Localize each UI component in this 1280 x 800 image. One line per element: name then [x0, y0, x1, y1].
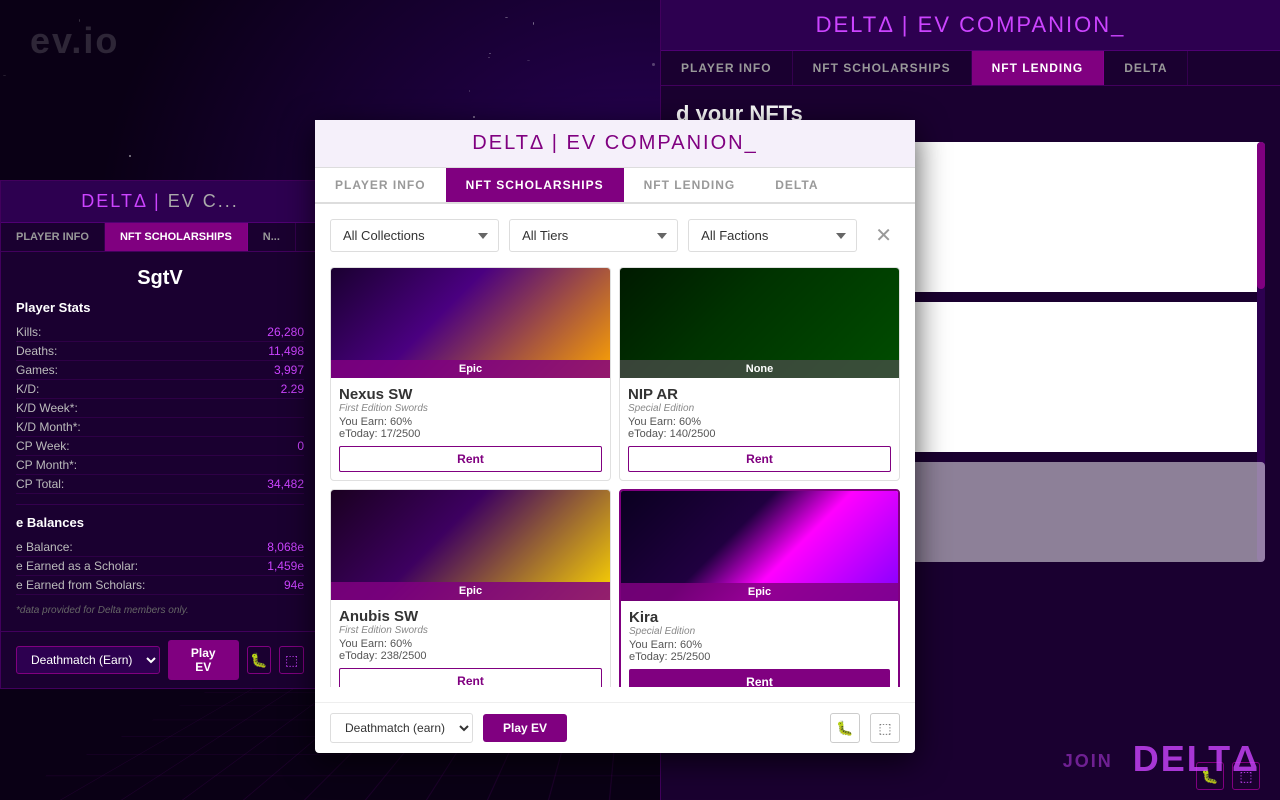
left-player-panel: DELTΔ | EV C... PLAYER INFO NFT SCHOLARS… [0, 180, 320, 689]
nft-grid: Epic Nexus SW First Edition Swords You E… [330, 267, 900, 687]
dialog-filters: All Collections First Edition Swords Fir… [330, 219, 900, 252]
stat-kd-month: K/D Month*: [16, 418, 304, 437]
nft-item-anubis: Epic Anubis SW First Edition Swords You … [330, 489, 611, 687]
nexus-rent-btn[interactable]: Rent [339, 446, 602, 472]
dialog-bug-icon-btn[interactable]: 🐛 [830, 713, 860, 743]
left-play-btn[interactable]: Play EV [168, 640, 239, 680]
bg-window-nav: PLAYER INFO NFT SCHOLARSHIPS NFT LENDING… [661, 51, 1280, 86]
nip-today: eToday: 140/2500 [628, 428, 891, 440]
nip-collection: Special Edition [628, 403, 891, 414]
dialog-nav-player-info[interactable]: PLAYER INFO [315, 168, 446, 202]
dialog-play-btn[interactable]: Play EV [483, 714, 567, 742]
dialog-title: DELTΔ | EV COMPANION_ [335, 132, 895, 155]
left-nav-more[interactable]: N... [248, 223, 296, 251]
tiers-filter[interactable]: All Tiers Epic Legendary Rare Common [509, 219, 678, 252]
stats-heading: Player Stats [16, 300, 304, 315]
balances-heading: e Balances [16, 515, 304, 530]
join-delta-label: JOIN DELTΔ [1063, 738, 1260, 780]
kira-collection: Special Edition [629, 626, 890, 637]
anubis-name: Anubis SW [339, 608, 602, 625]
stat-cp-week: CP Week: 0 [16, 437, 304, 456]
kira-details: Kira Special Edition You Earn: 60% eToda… [621, 601, 898, 687]
stat-cp-total: CP Total: 34,482 [16, 475, 304, 494]
nft-item-nip: None NIP AR Special Edition You Earn: 60… [619, 267, 900, 481]
main-dialog: DELTΔ | EV COMPANION_ PLAYER INFO NFT SC… [315, 120, 915, 753]
dialog-header: DELTΔ | EV COMPANION_ [315, 120, 915, 168]
dialog-mode-select[interactable]: Deathmatch (earn) Deathmatch Battle Roya… [330, 713, 473, 743]
left-export-icon-btn[interactable]: ⬚ [279, 646, 304, 674]
nexus-today: eToday: 17/2500 [339, 428, 602, 440]
stat-kd: K/D: 2.29 [16, 380, 304, 399]
bg-window-header: DELTΔ | EV COMPANION_ [661, 0, 1280, 51]
anubis-rent-btn[interactable]: Rent [339, 668, 602, 687]
player-name: SgtV [16, 267, 304, 290]
dialog-body: All Collections First Edition Swords Fir… [315, 204, 915, 702]
nip-earn: You Earn: 60% [628, 416, 891, 428]
nip-rarity: None [620, 360, 899, 378]
bg-nav-player-info[interactable]: PLAYER INFO [661, 51, 793, 85]
kira-rent-btn[interactable]: Rent [629, 669, 890, 687]
balance-scholar: e Earned as a Scholar: 1,459e [16, 557, 304, 576]
nexus-collection: First Edition Swords [339, 403, 602, 414]
stat-cp-month: CP Month*: [16, 456, 304, 475]
anubis-details: Anubis SW First Edition Swords You Earn:… [331, 600, 610, 687]
bg-nav-nft-scholarships[interactable]: NFT SCHOLARSHIPS [793, 51, 972, 85]
anubis-rarity: Epic [331, 582, 610, 600]
nexus-name: Nexus SW [339, 386, 602, 403]
collections-filter[interactable]: All Collections First Edition Swords Fir… [330, 219, 499, 252]
left-nav-player-info[interactable]: PLAYER INFO [1, 223, 105, 251]
kira-today: eToday: 25/2500 [629, 651, 890, 663]
nexus-earn: You Earn: 60% [339, 416, 602, 428]
dialog-footer: Deathmatch (earn) Deathmatch Battle Roya… [315, 702, 915, 753]
evio-logo: ev.io [30, 20, 119, 62]
join-text: JOIN [1063, 751, 1113, 771]
delta-text: DELTΔ [1133, 738, 1260, 779]
left-panel-body: SgtV Player Stats Kills: 26,280 Deaths: … [1, 252, 319, 631]
nft-img-anubis: Epic [331, 490, 610, 600]
nip-rent-btn[interactable]: Rent [628, 446, 891, 472]
anubis-today: eToday: 238/2500 [339, 650, 602, 662]
bg-nav-delta[interactable]: DELTA [1104, 51, 1188, 85]
divider [16, 504, 304, 505]
dialog-nav-delta[interactable]: DELTA [755, 168, 838, 202]
left-panel-header: DELTΔ | EV C... [1, 181, 319, 223]
bg-nav-nft-lending[interactable]: NFT LENDING [972, 51, 1105, 85]
nft-item-nexus: Epic Nexus SW First Edition Swords You E… [330, 267, 611, 481]
dialog-nav: PLAYER INFO NFT SCHOLARSHIPS NFT LENDING… [315, 168, 915, 204]
left-mode-select[interactable]: Deathmatch (Earn) Deathmatch Battle Roya… [16, 646, 160, 674]
stat-kd-week: K/D Week*: [16, 399, 304, 418]
nexus-details: Nexus SW First Edition Swords You Earn: … [331, 378, 610, 480]
data-note: *data provided for Delta members only. [16, 605, 304, 616]
anubis-earn: You Earn: 60% [339, 638, 602, 650]
dialog-close-btn[interactable]: ✕ [867, 219, 900, 252]
balances-section: e Balances e Balance: 8,068e e Earned as… [16, 515, 304, 595]
left-panel-footer: Deathmatch (Earn) Deathmatch Battle Roya… [1, 631, 319, 688]
nip-name: NIP AR [628, 386, 891, 403]
dialog-export-icon-btn[interactable]: ⬚ [870, 713, 900, 743]
kira-rarity: Epic [621, 583, 898, 601]
balance-from-scholars: e Earned from Scholars: 94e [16, 576, 304, 595]
anubis-collection: First Edition Swords [339, 625, 602, 636]
dialog-nav-nft-scholarships[interactable]: NFT SCHOLARSHIPS [446, 168, 624, 202]
kira-name: Kira [629, 609, 890, 626]
kira-earn: You Earn: 60% [629, 639, 890, 651]
stats-section: Player Stats Kills: 26,280 Deaths: 11,49… [16, 300, 304, 494]
stat-kills: Kills: 26,280 [16, 323, 304, 342]
bg-window-title: DELTΔ | EV COMPANION_ [681, 12, 1260, 38]
nft-img-kira: Epic [621, 491, 898, 601]
stat-deaths: Deaths: 11,498 [16, 342, 304, 361]
left-nav-nft-scholarships[interactable]: NFT SCHOLARSHIPS [105, 223, 248, 251]
factions-filter[interactable]: All Factions Ronin Sinisters None [688, 219, 857, 252]
balance-e: e Balance: 8,068e [16, 538, 304, 557]
left-panel-title: DELTΔ | EV C... [16, 191, 304, 212]
nexus-rarity: Epic [331, 360, 610, 378]
stat-games: Games: 3,997 [16, 361, 304, 380]
nft-img-nip: None [620, 268, 899, 378]
nft-img-nexus: Epic [331, 268, 610, 378]
nft-item-kira: Epic Kira Special Edition You Earn: 60% … [619, 489, 900, 687]
left-bug-icon-btn[interactable]: 🐛 [247, 646, 272, 674]
left-panel-nav: PLAYER INFO NFT SCHOLARSHIPS N... [1, 223, 319, 252]
dialog-nav-nft-lending[interactable]: NFT LENDING [624, 168, 756, 202]
nip-details: NIP AR Special Edition You Earn: 60% eTo… [620, 378, 899, 480]
